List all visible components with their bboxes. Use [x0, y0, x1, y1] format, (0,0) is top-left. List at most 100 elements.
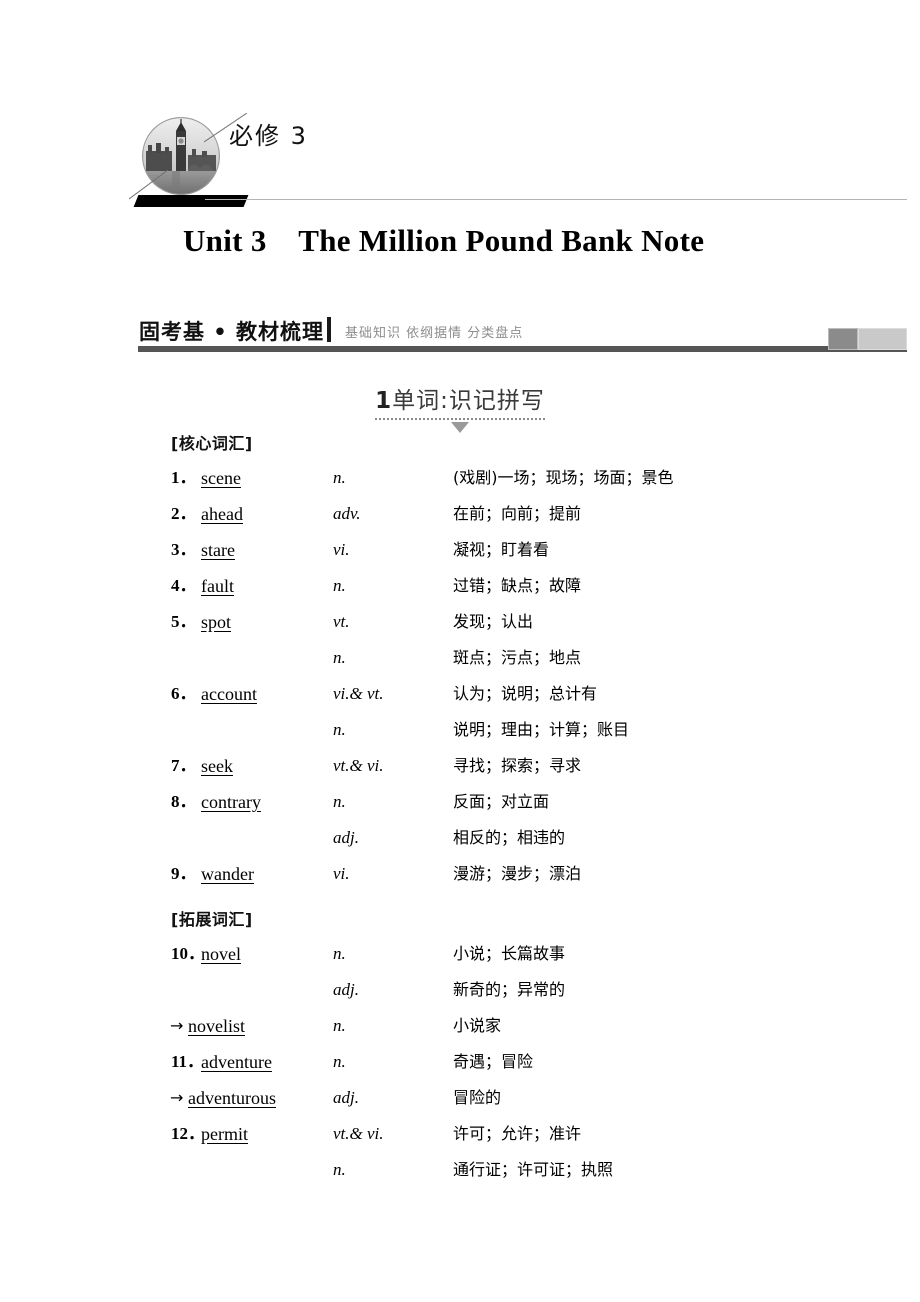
entry-definition: 相反的；相违的 [453, 828, 566, 847]
entry-definition: 过错；缺点；故障 [453, 576, 582, 595]
entry-pos: vi. [333, 864, 350, 883]
entry-number: 12． [171, 1124, 205, 1143]
entry-pos: n. [333, 1016, 346, 1035]
entry-word: adventurous [188, 1088, 276, 1108]
entry-word: stare [201, 540, 235, 560]
masthead-rule-line [205, 199, 907, 200]
entry-pos: n. [333, 1160, 346, 1179]
entry-definition: 冒险的 [453, 1088, 502, 1107]
entry-pos: adj. [333, 1088, 359, 1107]
vocab-entry: 4． fault n. 过错；缺点；故障 [0, 568, 920, 604]
entry-word: seek [201, 756, 233, 776]
vocabulary-area: [核心词汇] 1． scene n. (戏剧)一场；现场；场面；景色 2． ah… [0, 430, 920, 1188]
entry-word: contrary [201, 792, 261, 812]
entry-definition: 凝视；盯着看 [453, 540, 550, 559]
section-band-subtitle: 基础知识 依纲据情 分类盘点 [345, 326, 524, 341]
entry-pos: adj. [333, 828, 359, 847]
entry-pos: vt. [333, 612, 350, 631]
entry-pos: vt.& vi. [333, 1124, 384, 1143]
vocab-entry-derived: → adventurous adj. 冒险的 [0, 1080, 920, 1116]
vocab-entry-sub: n. 通行证；许可证；执照 [0, 1152, 920, 1188]
masthead: 必修 3 [0, 0, 920, 215]
vocab-entry: 1． scene n. (戏剧)一场；现场；场面；景色 [0, 460, 920, 496]
section-band-chip-dark [828, 328, 858, 350]
entry-pos: vt.& vi. [333, 756, 384, 775]
derived-arrow-icon: → [170, 1016, 184, 1035]
entry-pos: adv. [333, 504, 361, 523]
entry-number: 1． [171, 468, 197, 487]
entry-word: spot [201, 612, 232, 632]
entry-definition: 说明；理由；计算；账目 [453, 720, 630, 739]
subsection-heading-text: 1单词:识记拼写 [375, 381, 545, 420]
page-title: Unit 3 The Million Pound Bank Note [183, 223, 705, 258]
entry-number: 9． [171, 864, 197, 883]
entry-definition: 斑点；污点；地点 [453, 648, 582, 667]
masthead-rule-slab [133, 195, 249, 207]
subsection-number: 1 [375, 388, 393, 414]
vocab-entry-sub: n. 斑点；污点；地点 [0, 640, 920, 676]
entry-pos: n. [333, 944, 346, 963]
entry-number: 6． [171, 684, 197, 703]
entry-pos: n. [333, 468, 346, 487]
section-band-chip-light [858, 328, 907, 350]
derived-arrow-icon: → [170, 1088, 184, 1107]
subsection-heading: 1单词:识记拼写 [0, 381, 920, 433]
entry-definition: 漫游；漫步；漂泊 [453, 864, 582, 883]
entry-definition: 奇遇；冒险 [453, 1052, 534, 1071]
vocab-entry: 7． seek vt.& vi. 寻找；探索；寻求 [0, 748, 920, 784]
entry-definition: 发现；认出 [453, 612, 534, 631]
entry-pos: adj. [333, 980, 359, 999]
entry-number: 8． [171, 792, 197, 811]
vocab-entry: 12． permit vt.& vi. 许可；允许；准许 [0, 1116, 920, 1152]
core-vocab-group-title: [核心词汇] [171, 434, 253, 453]
extend-vocab-group-title: [拓展词汇] [171, 910, 253, 929]
entry-number: 5． [171, 612, 197, 631]
entry-definition: 在前；向前；提前 [453, 504, 582, 523]
entry-definition: 反面；对立面 [453, 792, 550, 811]
entry-pos: n. [333, 1052, 346, 1071]
entry-number: 4． [171, 576, 197, 595]
entry-number: 7． [171, 756, 197, 775]
big-ben-photo-icon [142, 117, 220, 195]
vocab-entry: 3． stare vi. 凝视；盯着看 [0, 532, 920, 568]
vocab-entry: 11． adventure n. 奇遇；冒险 [0, 1044, 920, 1080]
entry-word: novelist [188, 1016, 245, 1036]
entry-word: adventure [201, 1052, 272, 1072]
section-band-underline [138, 346, 907, 352]
entry-definition: 新奇的；异常的 [453, 980, 566, 999]
entry-pos: n. [333, 648, 346, 667]
entry-pos: n. [333, 576, 346, 595]
vocab-entry-sub: n. 说明；理由；计算；账目 [0, 712, 920, 748]
entry-number: 2． [171, 504, 197, 523]
entry-definition: 小说；长篇故事 [453, 944, 566, 963]
entry-word: wander [201, 864, 254, 884]
entry-word: account [201, 684, 257, 704]
vocab-entry: 8． contrary n. 反面；对立面 [0, 784, 920, 820]
entry-pos: vi.& vt. [333, 684, 384, 703]
entry-pos: vi. [333, 540, 350, 559]
vocab-entry-sub: adj. 相反的；相违的 [0, 820, 920, 856]
vocab-entry: 10． novel n. 小说；长篇故事 [0, 936, 920, 972]
vocab-entry-sub: adj. 新奇的；异常的 [0, 972, 920, 1008]
entry-definition: 寻找；探索；寻求 [453, 756, 582, 775]
entry-pos: n. [333, 720, 346, 739]
entry-definition: (戏剧)一场；现场；场面；景色 [453, 468, 674, 487]
entry-definition: 通行证；许可证；执照 [453, 1160, 614, 1179]
entry-word: scene [201, 468, 241, 488]
entry-word: novel [201, 944, 241, 964]
section-band-divider [327, 317, 331, 342]
entry-definition: 认为；说明；总计有 [453, 684, 598, 703]
vocab-entry: 2． ahead adv. 在前；向前；提前 [0, 496, 920, 532]
vocab-entry: 6． account vi.& vt. 认为；说明；总计有 [0, 676, 920, 712]
extend-vocab-list: 10． novel n. 小说；长篇故事 adj. 新奇的；异常的 → nove… [0, 936, 920, 1188]
core-vocab-list: 1． scene n. (戏剧)一场；现场；场面；景色 2． ahead adv… [0, 460, 920, 892]
vocab-entry-derived: → novelist n. 小说家 [0, 1008, 920, 1044]
entry-number: 10． [171, 944, 205, 963]
vocab-entry: 5． spot vt. 发现；认出 [0, 604, 920, 640]
entry-pos: n. [333, 792, 346, 811]
entry-number: 3． [171, 540, 197, 559]
entry-word: permit [201, 1124, 248, 1144]
entry-definition: 许可；允许；准许 [453, 1124, 582, 1143]
section-header-band: 固考基 • 教材梳理 基础知识 依纲据情 分类盘点 [0, 316, 920, 362]
entry-definition: 小说家 [453, 1016, 502, 1035]
